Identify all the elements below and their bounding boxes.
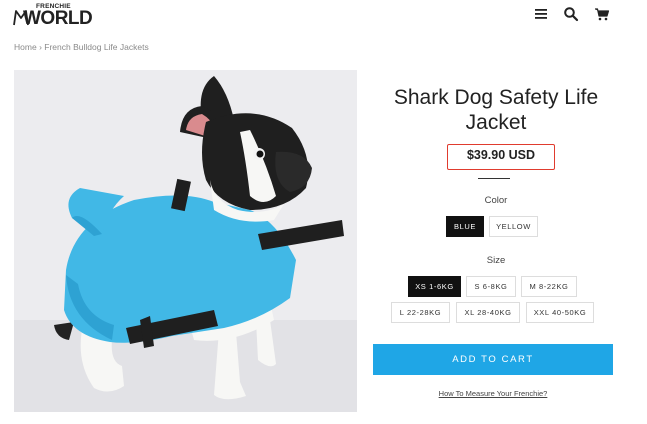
site-header: FRENCHIE WORLD [0,0,647,34]
breadcrumb-separator: › [39,42,42,52]
color-option-blue[interactable]: BLUE [446,216,484,237]
brand-logo[interactable]: FRENCHIE WORLD [12,3,93,29]
cart-icon[interactable] [594,6,610,22]
size-option-xl[interactable]: XL 28-40KG [456,302,520,323]
product-title: Shark Dog Safety Life Jacket [393,86,599,134]
size-option-l[interactable]: L 22-28KG [391,302,450,323]
size-option-m[interactable]: M 8-22KG [521,276,577,297]
breadcrumb: Home › French Bulldog Life Jackets [14,42,149,52]
measure-guide-link[interactable]: How To Measure Your Frenchie? [373,389,613,398]
search-icon[interactable] [563,6,579,22]
product-price: $39.90 USD [466,148,536,162]
size-option-s[interactable]: S 6-8KG [466,276,516,297]
size-label: Size [486,255,506,266]
title-divider [478,178,510,179]
menu-icon[interactable] [533,6,549,22]
size-option-xs[interactable]: XS 1-6KG [408,276,461,297]
breadcrumb-current[interactable]: French Bulldog Life Jackets [44,42,148,52]
size-option-xxl[interactable]: XXL 40-50KG [526,302,594,323]
color-option-yellow[interactable]: YELLOW [489,216,538,237]
color-label: Color [484,195,508,206]
brand-big-text: WORLD [23,8,93,29]
product-image[interactable] [14,70,357,412]
dog-in-shark-life-jacket-image [14,70,357,412]
breadcrumb-home[interactable]: Home [14,42,37,52]
add-to-cart-button[interactable]: ADD TO CART [373,344,613,375]
